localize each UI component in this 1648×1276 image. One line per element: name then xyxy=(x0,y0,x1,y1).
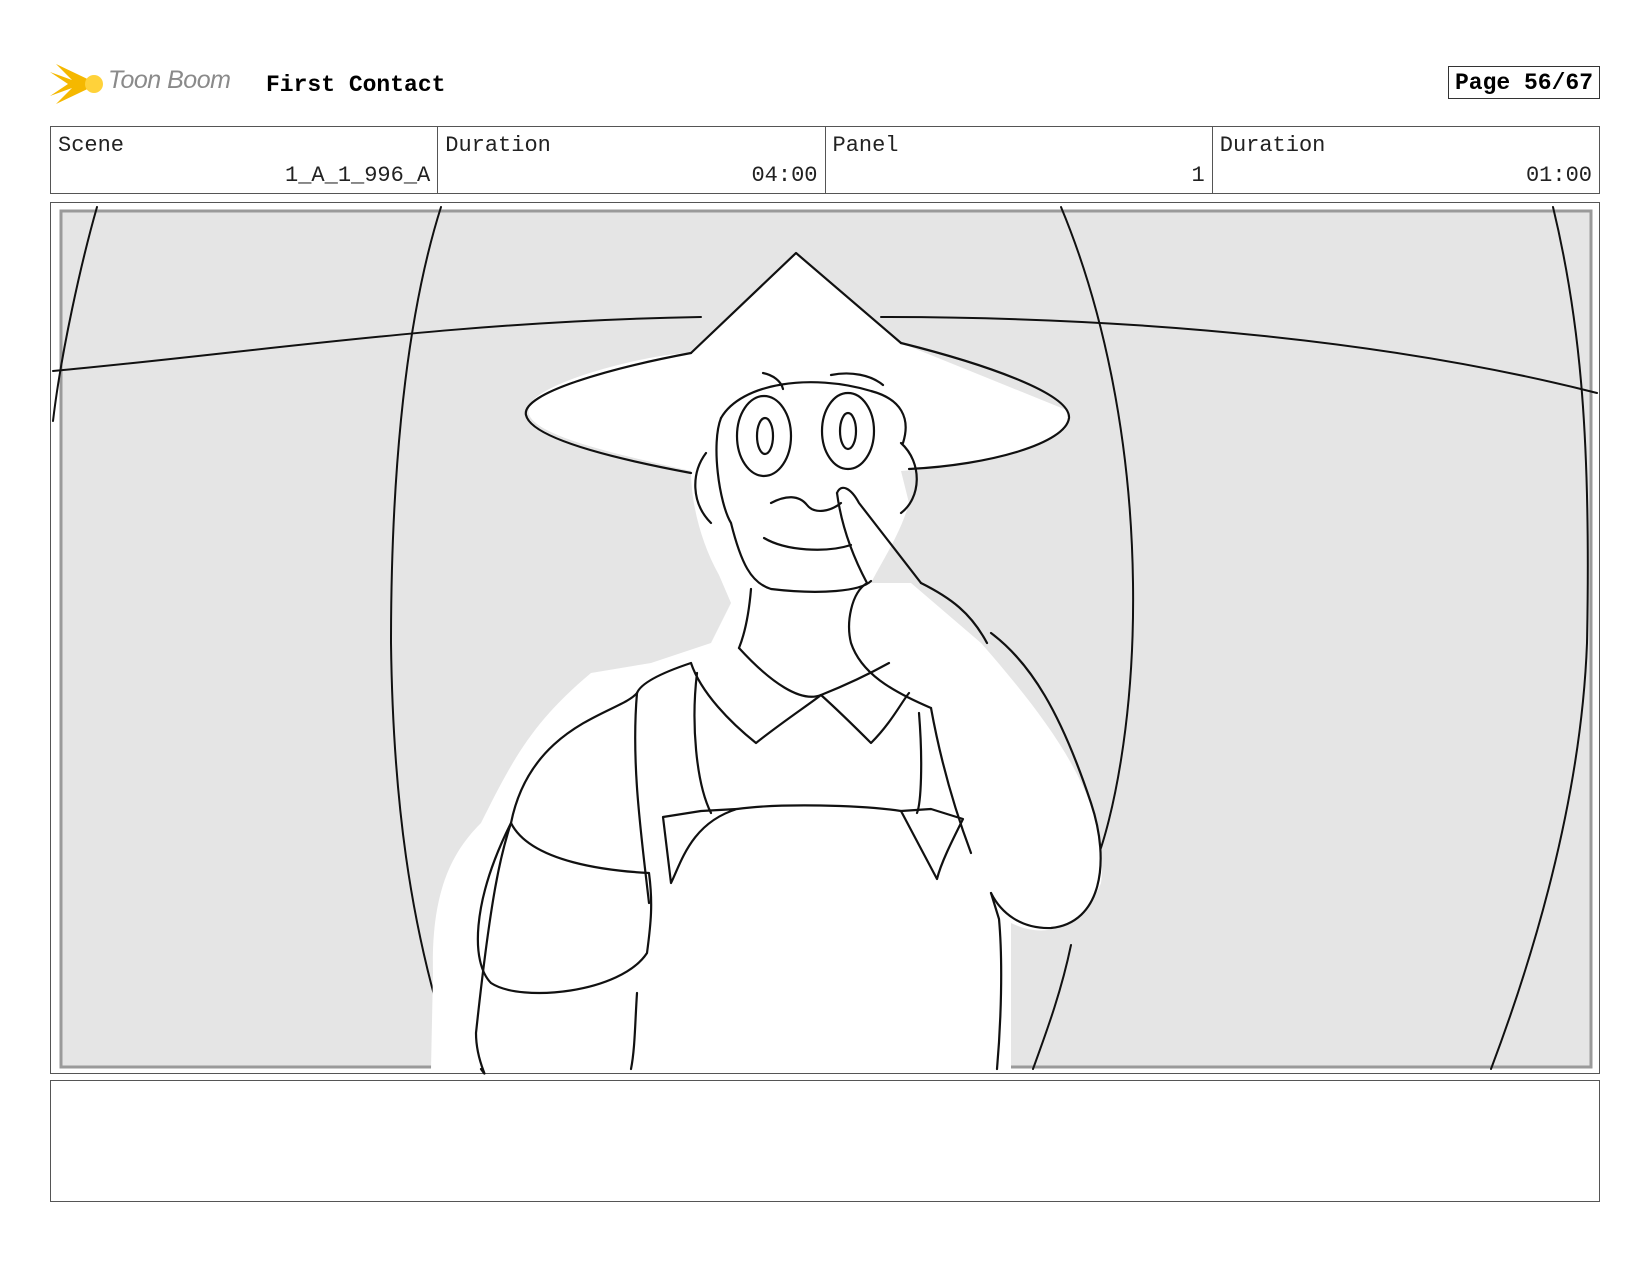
starburst-icon xyxy=(50,64,103,104)
scene-value: 1_A_1_996_A xyxy=(285,163,431,188)
storyboard-header: Toon Boom First Contact Page 56/67 xyxy=(50,58,1600,110)
scene-duration-label: Duration xyxy=(445,133,551,158)
panel-duration-label: Duration xyxy=(1219,133,1326,158)
panel-sketch xyxy=(52,206,1598,1075)
notes-box xyxy=(50,1080,1600,1202)
scene-cell: Scene 1_A_1_996_A xyxy=(51,127,439,193)
panel-duration-value: 01:00 xyxy=(1525,163,1592,188)
panel-cell: Panel 1 xyxy=(826,127,1213,193)
scene-duration-cell: Duration 04:00 xyxy=(438,127,826,193)
storyboard-panel xyxy=(50,202,1600,1075)
scene-label: Scene xyxy=(58,133,125,158)
toon-boom-logo: Toon Boom xyxy=(50,58,250,110)
project-title: First Contact xyxy=(266,72,446,98)
page-indicator: Page 56/67 xyxy=(1447,66,1600,99)
panel-duration-cell: Duration 01:00 xyxy=(1213,127,1599,193)
logo-text: Toon Boom xyxy=(108,66,231,94)
scene-duration-value: 04:00 xyxy=(751,163,818,188)
panel-info-row: Scene 1_A_1_996_A Duration 04:00 Panel 1… xyxy=(50,126,1600,194)
panel-label: Panel xyxy=(832,133,899,158)
panel-value: 1 xyxy=(1191,163,1205,188)
